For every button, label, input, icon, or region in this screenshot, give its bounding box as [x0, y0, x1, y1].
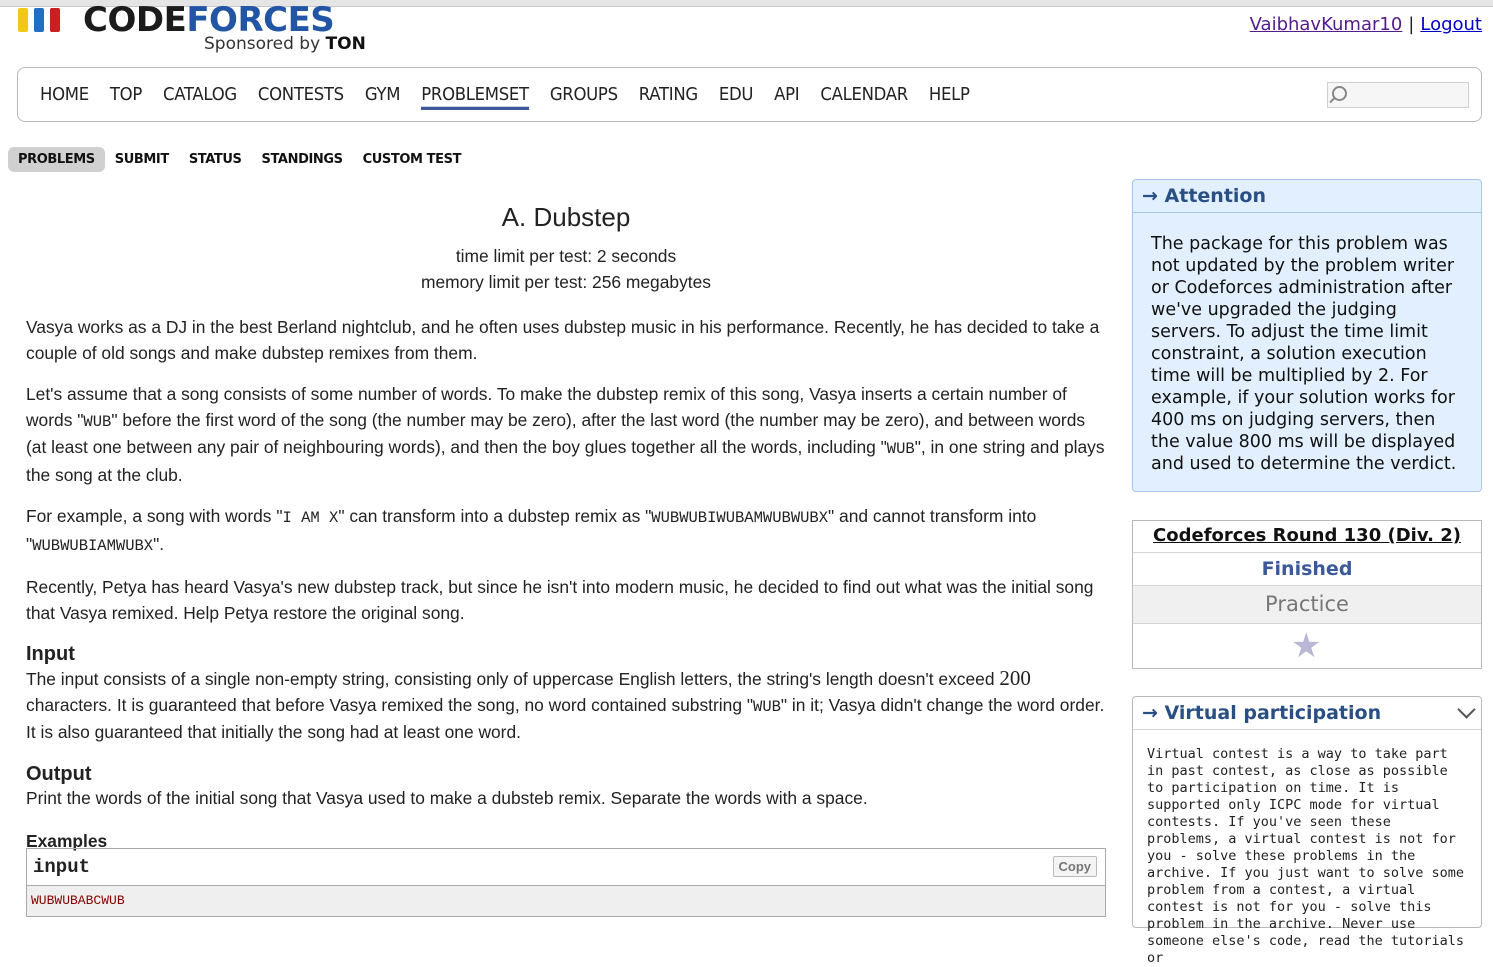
time-limit: time limit per test: 2 seconds [455, 246, 677, 266]
output-spec: Print the words of the initial song that… [26, 787, 868, 808]
contest-info-box: Codeforces Round 130 (Div. 2) Finished P… [1132, 520, 1482, 669]
logout-link[interactable]: Logout [1420, 14, 1482, 35]
menu-item-home[interactable]: HOME [40, 84, 89, 110]
logo-bar-red [50, 8, 60, 32]
menu-item-problemset[interactable]: PROBLEMSET [421, 84, 529, 110]
contest-mode: Practice [1133, 586, 1481, 624]
sample-input-value: WUBWUBABCWUB [31, 893, 125, 908]
search-input[interactable] [1327, 82, 1469, 108]
output-section-title: Output [26, 762, 92, 785]
sponsor-text: Sponsored by TON [204, 34, 366, 54]
favourite-row: ★ [1133, 624, 1481, 668]
problem-submenu: PROBLEMS SUBMIT STATUS STANDINGS CUSTOM TEST [8, 147, 471, 172]
logo-bar-blue [34, 8, 44, 32]
submenu-item-status[interactable]: STATUS [179, 147, 252, 172]
sample-input-box: input Copy WUBWUBABCWUB [26, 848, 1106, 917]
statement-paragraph: Let's assume that a song consists of som… [26, 384, 1105, 485]
statement-paragraph: Recently, Petya has heard Vasya's new du… [26, 577, 1094, 623]
attention-box: → Attention The package for this problem… [1132, 179, 1482, 492]
problem-title: A. Dubstep [501, 202, 631, 232]
submenu-item-standings[interactable]: STANDINGS [252, 147, 353, 172]
main-menu: HOME TOP CATALOG CONTESTS GYM PROBLEMSET GROUP… [17, 67, 1482, 122]
menu-item-groups[interactable]: GROUPS [550, 84, 618, 110]
sample-input-label: input [33, 856, 91, 878]
menu-item-contests[interactable]: CONTESTS [258, 84, 344, 110]
menu-item-rating[interactable]: RATING [639, 84, 698, 110]
statement-paragraph: For example, a song with words "I AM X" … [26, 506, 1037, 555]
contest-name-row: Codeforces Round 130 (Div. 2) [1133, 521, 1481, 553]
menu-item-api[interactable]: API [774, 84, 800, 110]
codeforces-logo[interactable]: CODEFORCES Sponsored by TON [16, 0, 376, 58]
submenu-item-problems[interactable]: PROBLEMS [8, 147, 105, 172]
sample-input-header: input Copy [27, 849, 1105, 886]
user-links: VaibhavKumar10 | Logout [1249, 14, 1482, 35]
menu-item-top[interactable]: TOP [110, 84, 142, 110]
logo-bar-yellow [18, 8, 28, 32]
attention-text: The package for this problem was not upd… [1151, 234, 1457, 474]
attention-title: → Attention [1133, 180, 1481, 213]
contest-status: Finished [1133, 553, 1481, 586]
menu-item-gym[interactable]: GYM [365, 84, 401, 110]
copy-button[interactable]: Copy [1052, 856, 1097, 877]
chevron-down-icon[interactable] [1457, 700, 1476, 719]
profile-link[interactable]: VaibhavKumar10 [1250, 14, 1403, 35]
virtual-title[interactable]: → Virtual participation [1133, 697, 1481, 730]
input-spec: The input consists of a single non-empty… [26, 666, 1105, 742]
search-icon [1332, 86, 1347, 101]
menu-item-edu[interactable]: EDU [719, 84, 754, 110]
submenu-item-custom-test[interactable]: CUSTOM TEST [353, 147, 471, 172]
contest-name-link[interactable]: Codeforces Round 130 (Div. 2) [1153, 525, 1461, 546]
star-icon[interactable]: ★ [1291, 629, 1321, 663]
menu-item-calendar[interactable]: CALENDAR [820, 84, 908, 110]
virtual-text: Virtual contest is a way to take part in… [1147, 746, 1464, 966]
problem-statement: A. Dubstep time limit per test: 2 second… [26, 190, 1106, 917]
submenu-item-submit[interactable]: SUBMIT [105, 147, 179, 172]
input-section-title: Input [26, 643, 75, 665]
memory-limit: memory limit per test: 256 megabytes [421, 272, 711, 292]
menu-item-help[interactable]: HELP [929, 84, 970, 110]
statement-paragraph: Vasya works as a DJ in the best Berland … [26, 317, 1100, 363]
menu-item-catalog[interactable]: CATALOG [163, 84, 237, 110]
virtual-participation-box: → Virtual participation Virtual contest … [1132, 696, 1482, 966]
sample-input-content: WUBWUBABCWUB [27, 886, 1105, 916]
